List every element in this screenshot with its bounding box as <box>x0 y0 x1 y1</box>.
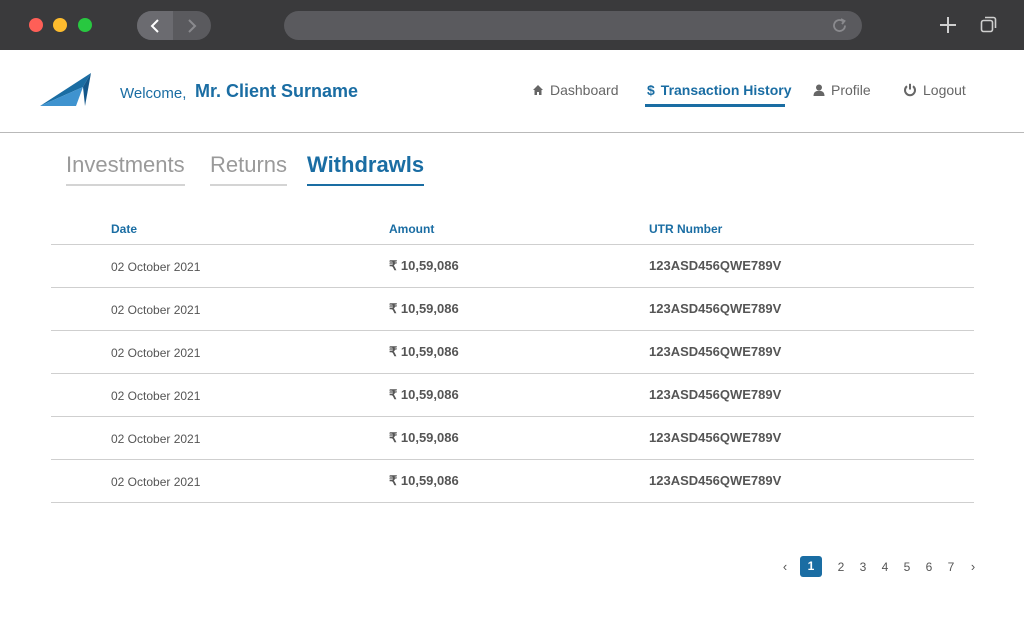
history-buttons <box>137 11 211 40</box>
next-page-button[interactable]: › <box>962 559 984 574</box>
utr-cell: 123ASD456QWE789V <box>649 301 782 316</box>
date-cell: 02 October 2021 <box>111 260 201 274</box>
maximize-window-button[interactable] <box>78 18 92 32</box>
date-cell: 02 October 2021 <box>111 432 201 446</box>
table-row: 02 October 2021 ₹ 10,59,086 123ASD456QWE… <box>51 460 974 503</box>
chevron-right-icon <box>188 18 197 33</box>
page-current[interactable]: 1 <box>800 556 822 577</box>
nav-transaction-history[interactable]: $ Transaction History <box>647 82 792 98</box>
address-bar[interactable] <box>284 11 862 40</box>
page-4[interactable]: 4 <box>874 560 896 574</box>
tab-returns[interactable]: Returns <box>210 152 288 186</box>
utr-cell: 123ASD456QWE789V <box>649 387 782 402</box>
utr-cell: 123ASD456QWE789V <box>649 258 782 273</box>
welcome-text: Welcome, <box>120 85 187 102</box>
amount-cell: ₹ 10,59,086 <box>389 430 459 445</box>
nav-logout-label: Logout <box>923 82 966 98</box>
table-row: 02 October 2021 ₹ 10,59,086 123ASD456QWE… <box>51 331 974 374</box>
utr-cell: 123ASD456QWE789V <box>649 430 782 445</box>
page-3[interactable]: 3 <box>852 560 874 574</box>
date-cell: 02 October 2021 <box>111 346 201 360</box>
amount-cell: ₹ 10,59,086 <box>389 344 459 359</box>
app-header: Welcome, Mr. Client Surname Dashboard $ … <box>0 50 1024 133</box>
date-cell: 02 October 2021 <box>111 303 201 317</box>
reload-icon[interactable] <box>831 17 848 39</box>
dollar-icon: $ <box>647 82 655 98</box>
pagination: ‹ 1 2 3 4 5 6 7 › <box>774 556 984 577</box>
page-5[interactable]: 5 <box>896 560 918 574</box>
amount-cell: ₹ 10,59,086 <box>389 473 459 488</box>
nav-dashboard-label: Dashboard <box>550 82 619 98</box>
table-row: 02 October 2021 ₹ 10,59,086 123ASD456QWE… <box>51 245 974 288</box>
amount-cell: ₹ 10,59,086 <box>389 258 459 273</box>
column-header-utr: UTR Number <box>649 222 723 236</box>
tabs-overview-icon[interactable] <box>980 16 997 38</box>
date-cell: 02 October 2021 <box>111 475 201 489</box>
plus-icon[interactable] <box>938 15 958 40</box>
power-icon <box>904 83 916 97</box>
tab-withdrawls[interactable]: Withdrawls <box>307 152 425 186</box>
table-row: 02 October 2021 ₹ 10,59,086 123ASD456QWE… <box>51 288 974 331</box>
home-icon <box>533 85 543 95</box>
column-header-date: Date <box>111 222 138 236</box>
page-2[interactable]: 2 <box>830 560 852 574</box>
column-header-amount: Amount <box>389 222 435 236</box>
nav-transaction-history-label: Transaction History <box>660 82 792 98</box>
user-icon <box>813 84 825 96</box>
back-button[interactable] <box>137 11 173 40</box>
minimize-window-button[interactable] <box>53 18 67 32</box>
amount-cell: ₹ 10,59,086 <box>389 301 459 316</box>
active-nav-indicator <box>645 104 785 107</box>
nav-logout[interactable]: Logout <box>903 82 966 98</box>
nav-profile-label: Profile <box>831 82 871 98</box>
date-cell: 02 October 2021 <box>111 389 201 403</box>
withdrawals-table: Date Amount UTR Number 02 October 2021 ₹… <box>51 213 974 503</box>
close-window-button[interactable] <box>29 18 43 32</box>
chevron-left-icon <box>150 18 159 33</box>
table-row: 02 October 2021 ₹ 10,59,086 123ASD456QWE… <box>51 374 974 417</box>
amount-cell: ₹ 10,59,086 <box>389 387 459 402</box>
table-header: Date Amount UTR Number <box>51 213 974 245</box>
utr-cell: 123ASD456QWE789V <box>649 344 782 359</box>
nav-profile[interactable]: Profile <box>813 82 871 98</box>
table-row: 02 October 2021 ₹ 10,59,086 123ASD456QWE… <box>51 417 974 460</box>
browser-chrome <box>0 0 1024 50</box>
paper-plane-logo[interactable] <box>40 73 92 112</box>
forward-button[interactable] <box>174 11 210 40</box>
page-6[interactable]: 6 <box>918 560 940 574</box>
utr-cell: 123ASD456QWE789V <box>649 473 782 488</box>
prev-page-button[interactable]: ‹ <box>774 559 796 574</box>
client-name: Mr. Client Surname <box>195 81 359 101</box>
nav-dashboard[interactable]: Dashboard <box>532 82 619 98</box>
page-7[interactable]: 7 <box>940 560 962 574</box>
tab-investments[interactable]: Investments <box>66 152 185 186</box>
